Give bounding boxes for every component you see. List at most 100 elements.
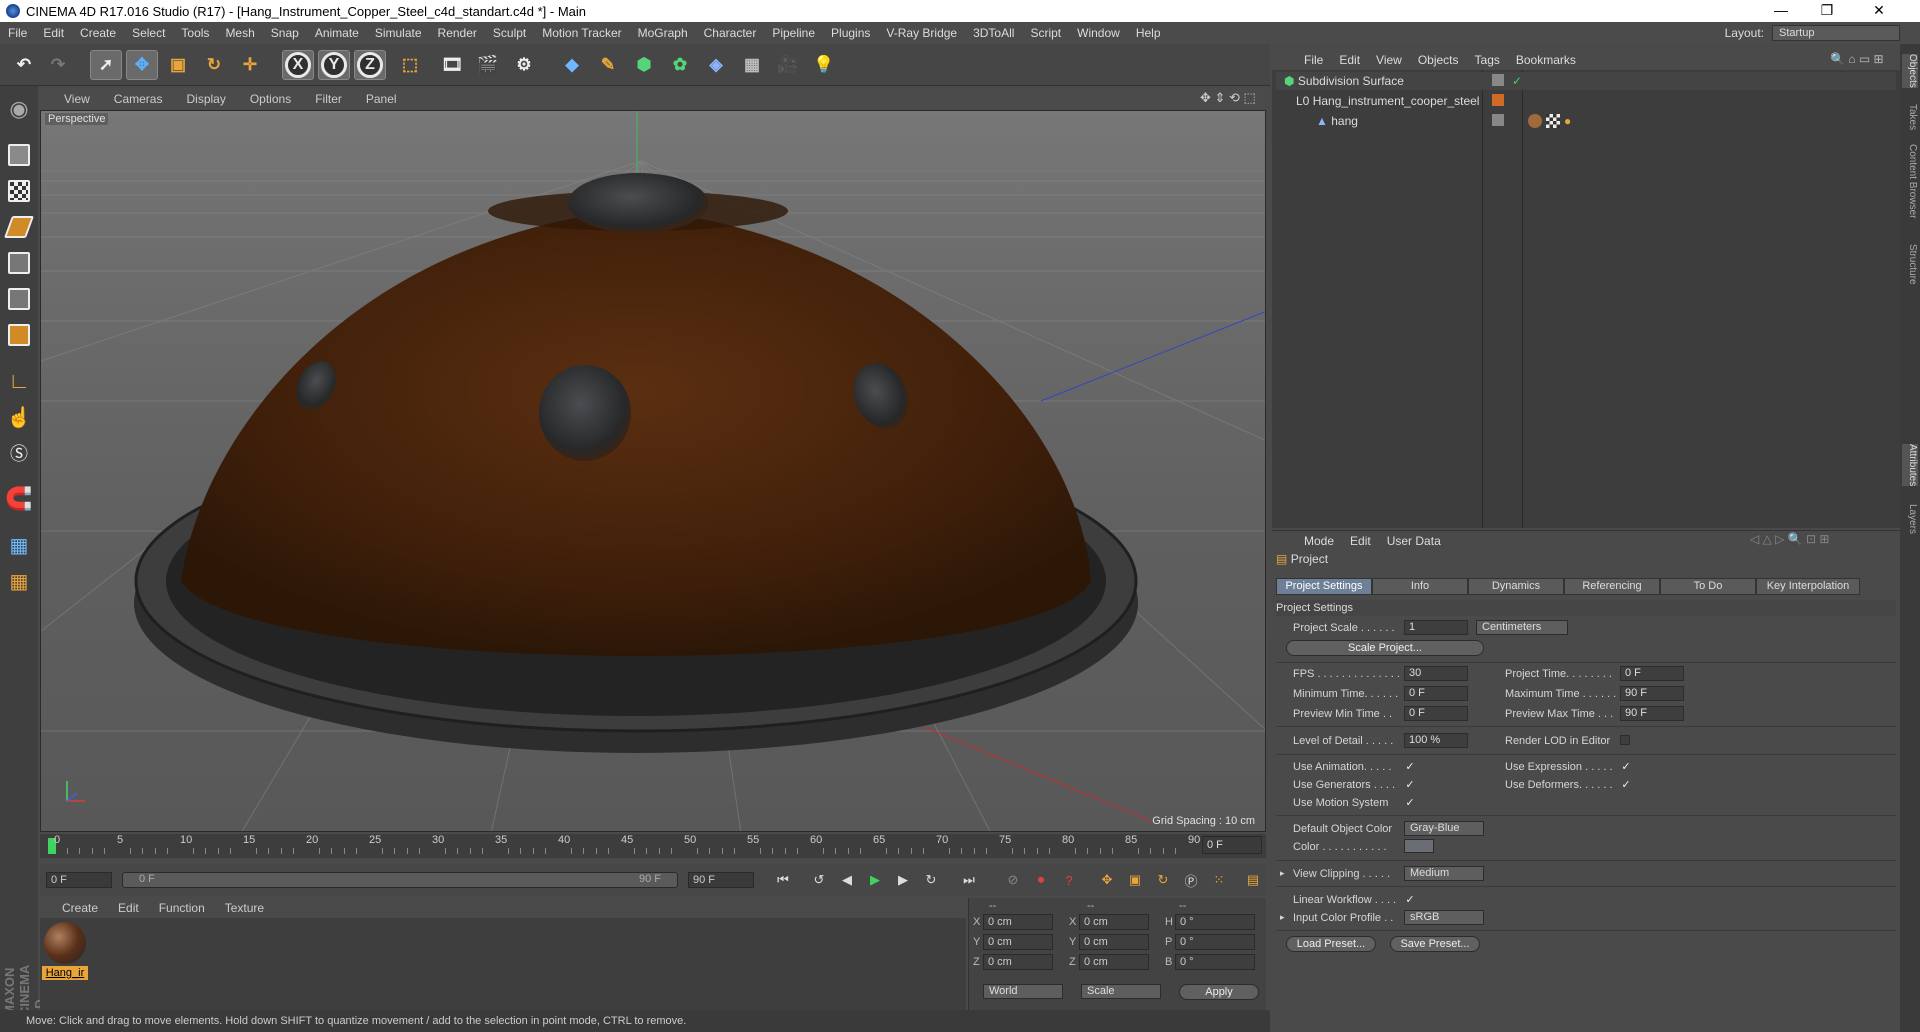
- coord-size-y-field[interactable]: 0 cm: [1079, 934, 1149, 950]
- menu-file[interactable]: File: [0, 22, 35, 44]
- menu-3dtoall[interactable]: 3DToAll: [965, 22, 1022, 44]
- previous-frame-icon[interactable]: ◀: [836, 870, 858, 890]
- preview-max-time-input[interactable]: 90 F: [1620, 706, 1684, 721]
- attr-menu-edit[interactable]: Edit: [1342, 534, 1379, 548]
- layer-icon[interactable]: [1492, 114, 1504, 126]
- coord-position-y-field[interactable]: 0 cm: [983, 934, 1053, 950]
- current-frame-field[interactable]: 0 F: [1202, 836, 1262, 854]
- phong-tag-icon[interactable]: ●: [1564, 112, 1571, 130]
- tab-to-do[interactable]: To Do: [1660, 578, 1756, 595]
- expand-arrow-icon[interactable]: ▸: [1280, 912, 1285, 923]
- object-menu-file[interactable]: File: [1296, 53, 1331, 67]
- coord-rotation-h-field[interactable]: 0 °: [1175, 914, 1255, 930]
- menu-select[interactable]: Select: [124, 22, 173, 44]
- project-scale-input[interactable]: 1: [1404, 620, 1468, 635]
- object-menu-objects[interactable]: Objects: [1410, 53, 1467, 67]
- viewport-camera-label[interactable]: Perspective: [45, 113, 109, 125]
- play-icon[interactable]: ▶: [864, 870, 886, 890]
- rotate-tool-icon[interactable]: ↻: [198, 50, 230, 80]
- x-axis-lock-button[interactable]: X: [282, 50, 314, 80]
- material-preview-swatch[interactable]: [44, 922, 86, 964]
- attr-menu-user-data[interactable]: User Data: [1379, 534, 1449, 548]
- use-generators-checkbox[interactable]: ✓: [1404, 779, 1416, 791]
- expand-arrow-icon[interactable]: ▸: [1280, 868, 1285, 879]
- project-time-input[interactable]: 0 F: [1620, 666, 1684, 681]
- object-menu-view[interactable]: View: [1368, 53, 1410, 67]
- minimize-button[interactable]: —: [1758, 0, 1804, 22]
- color-swatch[interactable]: [1404, 839, 1434, 853]
- locked-workplane-icon[interactable]: ▦: [4, 566, 34, 596]
- default-object-color-dropdown[interactable]: Gray-Blue: [1404, 821, 1484, 836]
- menu-help[interactable]: Help: [1128, 22, 1169, 44]
- key-position-icon[interactable]: ✥: [1096, 870, 1118, 890]
- maximum-time-input[interactable]: 90 F: [1620, 686, 1684, 701]
- coord-size-z-field[interactable]: 0 cm: [1079, 954, 1149, 970]
- next-frame-icon[interactable]: ▶: [892, 870, 914, 890]
- load-preset-button[interactable]: Load Preset...: [1286, 936, 1376, 952]
- go-to-end-icon[interactable]: ⏭: [958, 870, 980, 890]
- viewport-navigation-icon[interactable]: ✥ ⇕ ⟲ ⬚: [1200, 90, 1256, 106]
- level-of-detail-input[interactable]: 100 %: [1404, 733, 1468, 748]
- menu-motion-tracker[interactable]: Motion Tracker: [534, 22, 629, 44]
- menu-character[interactable]: Character: [696, 22, 765, 44]
- object-menu-edit[interactable]: Edit: [1331, 53, 1368, 67]
- key-scale-icon[interactable]: ▣: [1124, 870, 1146, 890]
- material-menu-create[interactable]: Create: [52, 901, 108, 915]
- texture-mode-icon[interactable]: [4, 176, 34, 206]
- y-axis-lock-button[interactable]: Y: [318, 50, 350, 80]
- object-row-hang[interactable]: ▲ hang ●: [1276, 112, 1896, 130]
- coordinate-system-icon[interactable]: ⬚: [394, 50, 426, 80]
- viewport-menu-options[interactable]: Options: [238, 92, 303, 106]
- coord-position-x-field[interactable]: 0 cm: [983, 914, 1053, 930]
- coord-position-z-field[interactable]: 0 cm: [983, 954, 1053, 970]
- cloner-icon[interactable]: ✿: [664, 50, 696, 80]
- subdivision-surface-icon[interactable]: ⬢: [628, 50, 660, 80]
- tweak-mode-icon[interactable]: ☝: [4, 402, 34, 432]
- menu-render[interactable]: Render: [430, 22, 485, 44]
- select-arrow-icon[interactable]: ➚: [90, 50, 122, 80]
- enabled-check-icon[interactable]: ✓: [1512, 72, 1522, 90]
- material-menu-function[interactable]: Function: [149, 901, 215, 915]
- menu-window[interactable]: Window: [1069, 22, 1128, 44]
- uvw-tag-icon[interactable]: [1546, 114, 1560, 128]
- viewport-menu-view[interactable]: View: [52, 92, 102, 106]
- viewport-menu-display[interactable]: Display: [174, 92, 237, 106]
- go-to-start-icon[interactable]: ⏮: [772, 870, 794, 890]
- layout-dropdown[interactable]: Startup: [1772, 25, 1900, 41]
- viewport-menu-cameras[interactable]: Cameras: [102, 92, 175, 106]
- autokeying-icon[interactable]: ?: [1058, 870, 1080, 890]
- side-tab-objects[interactable]: Objects: [1902, 54, 1918, 88]
- motion-record-icon[interactable]: ⊘: [1002, 870, 1024, 890]
- side-tab-content-browser[interactable]: Content Browser: [1902, 144, 1918, 218]
- project-scale-unit-dropdown[interactable]: Centimeters: [1476, 620, 1568, 635]
- axis-mode-icon[interactable]: ∟: [4, 366, 34, 396]
- menu-sculpt[interactable]: Sculpt: [485, 22, 534, 44]
- key-point-level-icon[interactable]: ⁙: [1208, 870, 1230, 890]
- minimum-time-input[interactable]: 0 F: [1404, 686, 1468, 701]
- coord-size-x-field[interactable]: 0 cm: [1079, 914, 1149, 930]
- side-tab-layers[interactable]: Layers: [1902, 504, 1918, 534]
- deformer-icon[interactable]: ◈: [700, 50, 732, 80]
- menu-create[interactable]: Create: [72, 22, 124, 44]
- menu-tools[interactable]: Tools: [173, 22, 217, 44]
- cube-primitive-icon[interactable]: ◆: [556, 50, 588, 80]
- render-picture-viewer-icon[interactable]: 🎬: [472, 50, 504, 80]
- undo-icon[interactable]: ↶: [8, 50, 40, 80]
- timeline-ruler[interactable]: 0 F 0 5 10 15 20 25 30 35 40 45 50 55 60 65 70 75 80 85 90: [40, 834, 1266, 858]
- tab-info[interactable]: Info: [1372, 578, 1468, 595]
- viewport-menu-panel[interactable]: Panel: [354, 92, 409, 106]
- save-preset-button[interactable]: Save Preset...: [1390, 936, 1480, 952]
- tab-dynamics[interactable]: Dynamics: [1468, 578, 1564, 595]
- material-name-label[interactable]: Hang_ir: [42, 966, 88, 980]
- close-button[interactable]: ✕: [1856, 0, 1902, 22]
- layer-color-icon[interactable]: [1492, 94, 1504, 106]
- render-settings-icon[interactable]: ⚙: [508, 50, 540, 80]
- use-animation-checkbox[interactable]: ✓: [1404, 761, 1416, 773]
- view-clipping-dropdown[interactable]: Medium: [1404, 866, 1484, 881]
- spline-pen-icon[interactable]: ✎: [592, 50, 624, 80]
- maximize-button[interactable]: ❐: [1804, 0, 1850, 22]
- side-tab-structure[interactable]: Structure: [1902, 244, 1918, 285]
- redo-icon[interactable]: ↷: [42, 50, 74, 80]
- model-mode-icon[interactable]: [4, 140, 34, 170]
- end-frame-field[interactable]: 90 F: [688, 872, 754, 888]
